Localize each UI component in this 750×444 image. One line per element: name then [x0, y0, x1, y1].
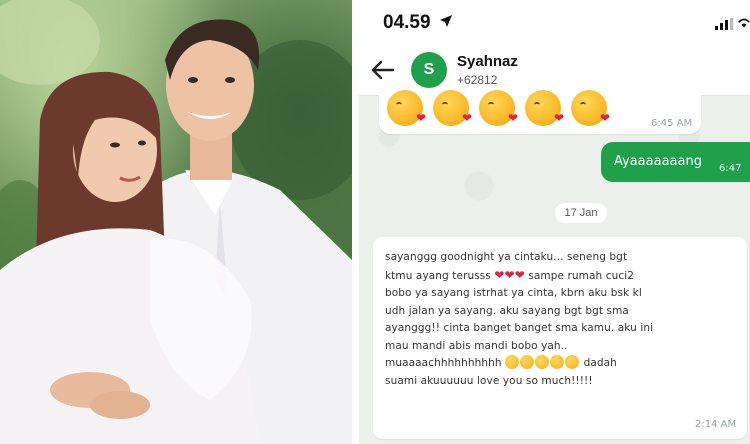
contact-name[interactable]: Syahnaz	[457, 53, 518, 70]
message-line: mau mandi abis mandi bobo yah..	[385, 339, 568, 352]
incoming-emoji-message[interactable]: 6:45 AM	[379, 88, 701, 134]
status-bar: 04.59	[359, 0, 750, 44]
face-blowing-kiss-icon	[565, 355, 580, 369]
face-blowing-kiss-icon	[571, 90, 610, 126]
message-line: sayanggg goodnight ya cintaku... seneng …	[385, 251, 628, 263]
incoming-long-message[interactable]: sayanggg goodnight ya cintaku... seneng …	[373, 237, 747, 439]
face-blowing-kiss-icon	[525, 90, 564, 126]
contact-number: +62812	[457, 73, 498, 87]
face-blowing-kiss-icon	[505, 355, 520, 369]
red-heart-icon: ❤	[514, 267, 525, 282]
location-arrow-icon	[440, 15, 452, 27]
chat-screenshot: 04.59 S Syahnaz +62812 ❤ ❤ ❤ ❤ ❤ 6:45 AM…	[356, 0, 750, 444]
outgoing-message-text: Ayaaaaaaang	[614, 154, 702, 169]
message-line: sampe rumah cuci2	[528, 269, 635, 282]
couple-illustration	[0, 0, 352, 444]
red-heart-icon: ❤	[504, 267, 515, 282]
emoji-row	[387, 90, 610, 126]
status-time: 04.59	[383, 12, 431, 33]
face-blowing-kiss-icon	[550, 355, 565, 369]
wifi-icon	[738, 18, 750, 28]
date-separator: 17 Jan	[555, 203, 607, 223]
long-message-text: sayanggg goodnight ya cintaku... seneng …	[385, 249, 737, 390]
red-heart-icon: ❤	[494, 267, 505, 282]
message-line: dadah	[583, 357, 617, 369]
message-line: udh jalan ya sayang. aku sayang bgt bgt …	[385, 304, 629, 317]
face-blowing-kiss-icon	[520, 355, 535, 369]
back-arrow-icon[interactable]	[371, 60, 395, 80]
face-blowing-kiss-icon	[387, 90, 426, 126]
message-line: bobo ya sayang istrhat ya cinta, kbrn ak…	[385, 287, 642, 299]
message-line: muaaaachhhhhhhhhh	[385, 357, 502, 369]
couple-photo	[0, 0, 352, 444]
message-line: ayanggg!! cinta banget banget sma kamu. …	[385, 322, 654, 334]
message-time: 6:47	[719, 163, 742, 174]
message-time: 2:14 AM	[695, 419, 737, 430]
signal-bars-icon	[715, 18, 733, 30]
outgoing-message[interactable]: Ayaaaaaaang 6:47	[601, 142, 750, 182]
message-time: 6:45 AM	[651, 118, 693, 129]
face-blowing-kiss-icon	[433, 90, 472, 126]
face-blowing-kiss-icon	[535, 355, 550, 369]
message-line: suami akuuuuuu love you so much!!!!!	[385, 374, 593, 387]
message-line: ktmu ayang terusss	[385, 269, 491, 282]
face-blowing-kiss-icon	[479, 90, 518, 126]
contact-avatar[interactable]: S	[411, 52, 447, 88]
